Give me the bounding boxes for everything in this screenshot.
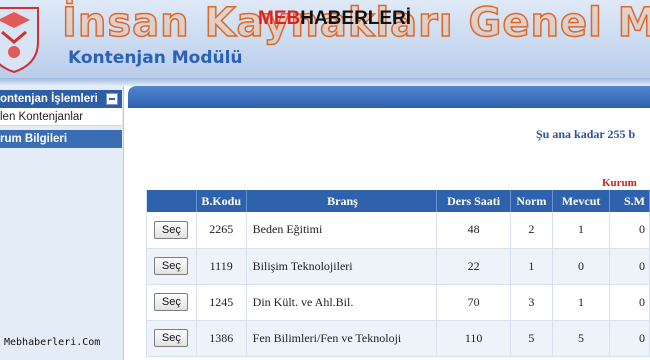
table-row: Seç 2265 Beden Eğitimi 48 2 1 0 (146, 212, 650, 249)
table-header-row: B.Kodu Branş Ders Saati Norm Mevcut S.M (146, 190, 650, 212)
watermark-part2: HABERLERİ (300, 8, 412, 29)
table-row: Seç 1245 Din Kült. ve Ahl.Bil. 70 3 1 0 (146, 284, 650, 321)
sec-button[interactable]: Seç (154, 329, 189, 347)
kontenjan-table-wrap: B.Kodu Branş Ders Saati Norm Mevcut S.M … (146, 190, 650, 360)
cell-norm: 2 (510, 212, 553, 249)
column-header-kod: B.Kodu (196, 190, 247, 212)
cell-brans: Beden Eğitimi (246, 212, 438, 249)
cell-mevcut: 0 (552, 248, 611, 285)
cell-kod: 1386 (196, 320, 247, 357)
cell-brans: Bilişim Teknolojileri (246, 248, 438, 285)
sidebar-section-kontenjan-islemleri[interactable]: ontenjan İşlemleri (0, 90, 122, 108)
watermark-logo: MEBHABERLERİ (258, 8, 411, 30)
main-content: Şu ana kadar 255 b Kurum B.Kodu Branş De… (124, 86, 650, 360)
cell-brans: Din Kült. ve Ahl.Bil. (246, 284, 438, 321)
cell-mevcut: 5 (552, 320, 611, 357)
cell-ders-saati: 110 (436, 320, 511, 357)
collapse-icon[interactable] (106, 93, 118, 105)
table-row: Seç 1119 Bilişim Teknolojileri 22 1 0 0 (146, 248, 650, 285)
cell-sm: 0 (609, 248, 650, 285)
sec-button[interactable]: Seç (154, 220, 189, 239)
sidebar-section-kurum-bilgileri[interactable]: rum Bilgileri (0, 130, 122, 148)
column-header-mevcut: Mevcut (552, 190, 611, 212)
header-divider (0, 78, 650, 86)
table-row: Seç 1386 Fen Bilimleri/Fen ve Teknoloji … (146, 320, 650, 357)
cell-ders-saati: 22 (436, 248, 511, 285)
kontenjan-table: B.Kodu Branş Ders Saati Norm Mevcut S.M … (146, 190, 650, 357)
column-header-norm: Norm (510, 190, 553, 212)
content-title-bar (128, 86, 650, 108)
cell-sm: 0 (609, 320, 650, 357)
sec-button[interactable]: Seç (154, 257, 189, 275)
cell-ders-saati: 70 (436, 284, 511, 321)
cell-sm: 0 (609, 284, 650, 321)
kurum-label: Kurum (602, 177, 637, 189)
cell-ders-saati: 48 (436, 212, 511, 249)
cell-sm: 0 (609, 212, 650, 249)
cell-brans: Fen Bilimleri/Fen ve Teknoloji (246, 320, 438, 357)
footer-watermark: Mebhaberleri.Com (4, 337, 101, 348)
column-header-brans: Branş (246, 190, 438, 212)
watermark-part1: MEB (258, 8, 301, 29)
cell-kod: 2265 (196, 212, 247, 249)
column-header-select (146, 190, 197, 212)
cell-norm: 3 (510, 284, 553, 321)
cell-mevcut: 1 (552, 212, 611, 249)
info-text: Şu ana kadar 255 b (536, 127, 636, 141)
sidebar-section-label: rum Bilgileri (0, 133, 68, 145)
column-header-sm: S.M (609, 190, 650, 212)
sec-button[interactable]: Seç (154, 293, 189, 311)
sidebar: ontenjan İşlemleri len Kontenjanlar rum … (0, 86, 124, 360)
sidebar-section-label: ontenjan İşlemleri (0, 93, 98, 105)
cell-kod: 1119 (196, 248, 247, 285)
sidebar-item-label: len Kontenjanlar (0, 111, 84, 123)
cell-mevcut: 1 (552, 284, 611, 321)
app-header: İnsan Kaynakları Genel Müdürlüğü İnsan K… (0, 0, 650, 78)
sidebar-item-kontenjanlar[interactable]: len Kontenjanlar (0, 108, 122, 126)
ministry-logo-icon (0, 7, 39, 74)
cell-kod: 1245 (196, 284, 247, 321)
column-header-ders-saati: Ders Saati (436, 190, 511, 212)
cell-norm: 1 (510, 248, 553, 285)
module-subtitle: Kontenjan Modülü (68, 48, 243, 68)
cell-norm: 5 (510, 320, 553, 357)
